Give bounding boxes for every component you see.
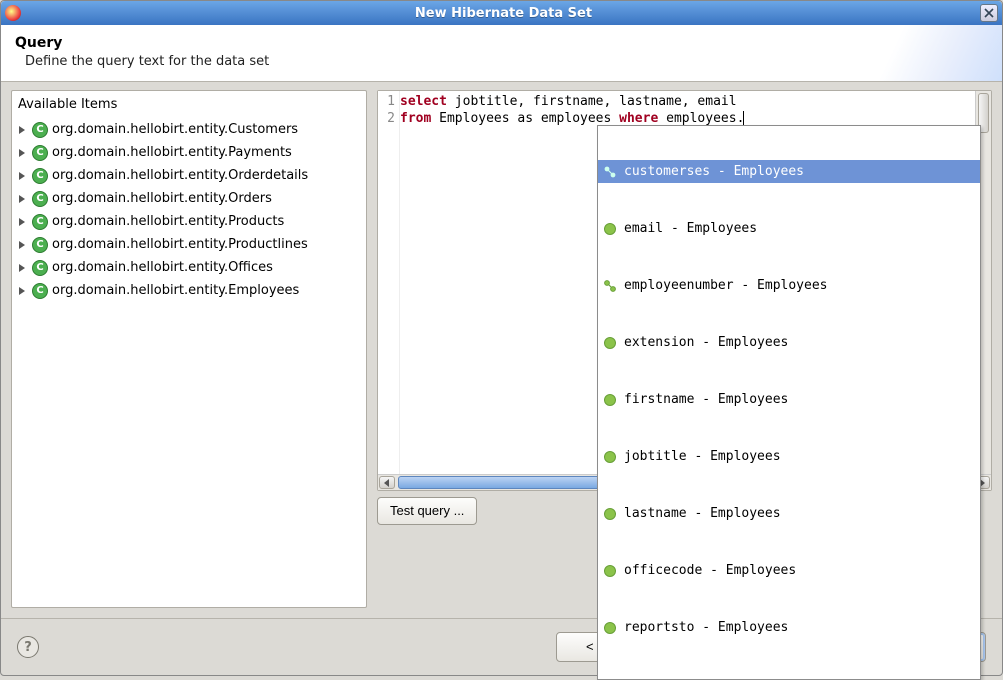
app-icon (5, 5, 21, 21)
tree-item-label: org.domain.hellobirt.entity.Offices (52, 260, 273, 275)
expand-icon[interactable] (16, 262, 28, 274)
class-icon: C (32, 145, 48, 161)
autocomplete-item[interactable]: officecode - Employees (598, 559, 980, 582)
close-button[interactable] (980, 4, 998, 22)
tree-item[interactable]: C org.domain.hellobirt.entity.Orderdetai… (16, 164, 362, 187)
tree-item-label: org.domain.hellobirt.entity.Orderdetails (52, 168, 308, 183)
tree-item[interactable]: C org.domain.hellobirt.entity.Offices (16, 256, 362, 279)
tree-item-label: org.domain.hellobirt.entity.Employees (52, 283, 299, 298)
class-icon: C (32, 122, 48, 138)
class-icon: C (32, 237, 48, 253)
autocomplete-label: firstname - Employees (624, 391, 788, 408)
keyword: select (400, 94, 447, 109)
autocomplete-label: customerses - Employees (624, 163, 804, 180)
autocomplete-item[interactable]: employeenumber - Employees (598, 274, 980, 297)
keyword: where (619, 111, 658, 126)
close-icon (984, 8, 994, 18)
property-icon (604, 451, 616, 463)
autocomplete-label: email - Employees (624, 220, 757, 237)
query-editor-body[interactable]: 1 2 select jobtitle, firstname, lastname… (378, 91, 991, 474)
tree-item[interactable]: C org.domain.hellobirt.entity.Productlin… (16, 233, 362, 256)
expand-icon[interactable] (16, 285, 28, 297)
help-button[interactable]: ? (17, 636, 39, 658)
window-title: New Hibernate Data Set (27, 6, 980, 21)
class-icon: C (32, 260, 48, 276)
autocomplete-item[interactable]: extension - Employees (598, 331, 980, 354)
tree-item-label: org.domain.hellobirt.entity.Productlines (52, 237, 308, 252)
autocomplete-item[interactable]: lastname - Employees (598, 502, 980, 525)
expand-icon[interactable] (16, 124, 28, 136)
autocomplete-popup: customerses - Employees email - Employee… (597, 125, 981, 680)
keyword: from (400, 111, 431, 126)
tree-item-label: org.domain.hellobirt.entity.Payments (52, 145, 292, 160)
main-area: Available Items C org.domain.hellobirt.e… (1, 82, 1002, 614)
class-icon: C (32, 283, 48, 299)
code-text: jobtitle, firstname, lastname, email (447, 94, 737, 109)
test-query-button[interactable]: Test query ... (377, 497, 477, 525)
tree-item[interactable]: C org.domain.hellobirt.entity.Employees (16, 279, 362, 302)
autocomplete-item[interactable]: reportsto - Employees (598, 616, 980, 639)
tree-item[interactable]: C org.domain.hellobirt.entity.Orders (16, 187, 362, 210)
reference-icon (604, 166, 616, 178)
autocomplete-label: lastname - Employees (624, 505, 781, 522)
titlebar: New Hibernate Data Set (1, 1, 1002, 25)
expand-icon[interactable] (16, 193, 28, 205)
tree-item-label: org.domain.hellobirt.entity.Products (52, 214, 284, 229)
autocomplete-label: jobtitle - Employees (624, 448, 781, 465)
scroll-left-button[interactable] (379, 476, 395, 489)
reference-icon (604, 280, 616, 292)
query-editor-column: 1 2 select jobtitle, firstname, lastname… (377, 90, 992, 608)
expand-icon[interactable] (16, 239, 28, 251)
autocomplete-label: officecode - Employees (624, 562, 796, 579)
page-title: Query (15, 35, 988, 51)
property-icon (604, 508, 616, 520)
page-subtitle: Define the query text for the data set (15, 54, 988, 69)
autocomplete-item[interactable]: jobtitle - Employees (598, 445, 980, 468)
wizard-header: Query Define the query text for the data… (1, 25, 1002, 82)
tree-item[interactable]: C org.domain.hellobirt.entity.Products (16, 210, 362, 233)
code-text: Employees as employees (431, 111, 619, 126)
class-icon: C (32, 168, 48, 184)
tree-item-label: org.domain.hellobirt.entity.Orders (52, 191, 272, 206)
tree-item[interactable]: C org.domain.hellobirt.entity.Payments (16, 141, 362, 164)
autocomplete-label: reportsto - Employees (624, 619, 788, 636)
property-icon (604, 565, 616, 577)
autocomplete-item[interactable]: firstname - Employees (598, 388, 980, 411)
property-icon (604, 223, 616, 235)
class-icon: C (32, 214, 48, 230)
property-icon (604, 394, 616, 406)
tree-item-label: org.domain.hellobirt.entity.Customers (52, 122, 298, 137)
editor-gutter: 1 2 (378, 91, 400, 474)
code-text: employees. (658, 111, 744, 126)
autocomplete-item[interactable]: customerses - Employees (598, 160, 980, 183)
autocomplete-item[interactable]: email - Employees (598, 217, 980, 240)
autocomplete-label: extension - Employees (624, 334, 788, 351)
editor-code[interactable]: select jobtitle, firstname, lastname, em… (400, 91, 975, 474)
text-cursor (743, 111, 744, 126)
expand-icon[interactable] (16, 216, 28, 228)
autocomplete-label: employeenumber - Employees (624, 277, 828, 294)
tree-item[interactable]: C org.domain.hellobirt.entity.Customers (16, 118, 362, 141)
property-icon (604, 337, 616, 349)
query-editor: 1 2 select jobtitle, firstname, lastname… (377, 90, 992, 491)
expand-icon[interactable] (16, 170, 28, 182)
available-items-tree[interactable]: C org.domain.hellobirt.entity.Customers … (12, 118, 366, 605)
class-icon: C (32, 191, 48, 207)
gutter-line: 1 (378, 93, 395, 110)
gutter-line: 2 (378, 110, 395, 127)
property-icon (604, 622, 616, 634)
expand-icon[interactable] (16, 147, 28, 159)
available-items-label: Available Items (12, 93, 366, 118)
available-items-panel: Available Items C org.domain.hellobirt.e… (11, 90, 367, 608)
